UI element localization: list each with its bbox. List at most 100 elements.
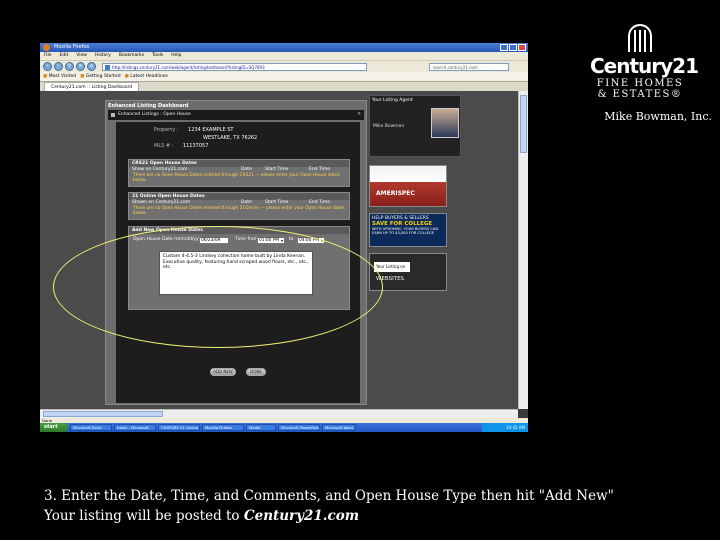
bookmark-item[interactable]: Latest Headlines bbox=[125, 72, 168, 81]
bookmark-item[interactable]: Getting Started bbox=[80, 72, 121, 81]
maximize-icon[interactable] bbox=[509, 44, 517, 51]
taskbar-item[interactable]: Inbox - Microsoft bbox=[114, 424, 156, 431]
col-date: Date bbox=[241, 200, 252, 205]
websites-ad-box: Your Listing on Century21.com bbox=[374, 262, 410, 279]
menu-bar: File Edit View History Bookmarks Tools H… bbox=[40, 52, 528, 60]
open-house-date-input[interactable]: 06/23/09 bbox=[199, 237, 229, 244]
listing-dashboard-panel: Enhanced Listing Dashboard Enhanced List… bbox=[105, 100, 367, 405]
brand-line-1: FINE HOMES bbox=[596, 78, 684, 89]
minimize-icon[interactable] bbox=[500, 44, 508, 51]
navigation-toolbar: ‹ › ↻ × ⌂ http://listings.century21.com/… bbox=[40, 60, 528, 72]
dashboard-subtitle: Enhanced Listings : Open House bbox=[118, 112, 191, 117]
no-dates-warning: There are no Open House Dates entered th… bbox=[133, 206, 345, 216]
office-name: Mike Bowman, Inc. bbox=[604, 110, 712, 123]
property-row: Property : 1234 EXAMPLE ST bbox=[154, 127, 233, 133]
tab-listing-dashboard[interactable]: Century21.com :: Listing Dashboard bbox=[44, 82, 140, 91]
brand-line-2: & ESTATES® bbox=[597, 89, 683, 100]
system-tray-clock: 10:42 AM bbox=[482, 423, 528, 432]
close-icon[interactable] bbox=[518, 44, 526, 51]
col-start-time: Start Time bbox=[265, 200, 289, 205]
dashboard-subtitle-bar: Enhanced Listings : Open House ✕ bbox=[108, 110, 364, 120]
comments-textarea[interactable]: Custom 4-4.5-3 Lindsey collection home b… bbox=[159, 251, 313, 295]
reload-icon[interactable]: ↻ bbox=[65, 62, 74, 71]
scrollbar-thumb[interactable] bbox=[43, 411, 163, 417]
windows-taskbar: start Microsoft Excel Inbox - Microsoft … bbox=[40, 423, 528, 432]
col-end-time: End Time bbox=[309, 167, 330, 172]
listing-agent-card: Your Listing Agent Mike Bowman bbox=[369, 95, 461, 157]
col-start-time: Start Time bbox=[265, 167, 289, 172]
stop-icon[interactable]: × bbox=[76, 62, 85, 71]
agent-heading: Your Listing Agent bbox=[372, 98, 413, 103]
menu-bookmarks[interactable]: Bookmarks bbox=[119, 52, 144, 60]
add-open-house-section: Add New Open House Dates Open House Date… bbox=[128, 226, 350, 310]
menu-help[interactable]: Help bbox=[171, 52, 181, 60]
property-label: Property : bbox=[154, 127, 179, 133]
address-row: WESTLAKE, TX 76262 bbox=[203, 135, 257, 141]
dashboard-title: Enhanced Listing Dashboard bbox=[108, 103, 189, 109]
back-icon[interactable]: ‹ bbox=[43, 62, 52, 71]
crs21-open-house-section: CRS21 Open House Dates Show on Century21… bbox=[128, 159, 350, 187]
house-arch-icon bbox=[622, 18, 658, 52]
taskbar-item[interactable]: Microsoft Excel bbox=[70, 424, 112, 431]
property-value: 1234 EXAMPLE ST bbox=[188, 127, 234, 133]
taskbar-item[interactable]: Mozilla Firefox bbox=[202, 424, 244, 431]
taskbar-item[interactable]: Microsoft Word bbox=[322, 424, 356, 431]
agent-name: Mike Bowman bbox=[373, 124, 405, 129]
college-ad-detail: WITH UPROMISE, YOUR BUYERS CAN EARN UP T… bbox=[372, 227, 439, 236]
col-end-time: End Time bbox=[309, 200, 330, 205]
add-new-button[interactable]: ADD NEW bbox=[210, 368, 236, 376]
bookmark-item[interactable]: Most Visited bbox=[43, 72, 76, 81]
agent-photo bbox=[431, 108, 459, 138]
college-savings-ad[interactable]: HELP BUYERS & SELLERS SAVE FOR COLLEGE W… bbox=[369, 213, 447, 247]
open-house-form-row: Open House Date (mm/dd/yy) 06/23/09 Time… bbox=[129, 234, 349, 246]
taskbar-item[interactable]: Microsoft PowerPoint bbox=[278, 424, 320, 431]
home-icon[interactable]: ⌂ bbox=[87, 62, 96, 71]
mls-row: MLS # : 11137057 bbox=[154, 143, 208, 149]
mls-value: 11137057 bbox=[182, 143, 209, 149]
show-label: Show on Century21.com bbox=[132, 167, 188, 172]
firefox-icon bbox=[43, 44, 50, 51]
url-bar[interactable]: http://listings.century21.com/web/agent/… bbox=[102, 62, 367, 71]
menu-tools[interactable]: Tools bbox=[152, 52, 163, 60]
start-button[interactable]: start bbox=[40, 423, 68, 432]
no-dates-warning: There are no Open House Dates entered th… bbox=[133, 173, 340, 183]
menu-edit[interactable]: Edit bbox=[60, 52, 69, 60]
caption-line-2: Your listing will be posted to Century21… bbox=[44, 506, 614, 526]
menu-file[interactable]: File bbox=[44, 52, 52, 60]
caption-prefix: Your listing will be posted to bbox=[44, 508, 244, 524]
scrollbar-thumb[interactable] bbox=[520, 95, 527, 153]
menu-view[interactable]: View bbox=[76, 52, 87, 60]
section-header-row: Shown on Century21.com Date Start Time E… bbox=[129, 200, 349, 206]
section-title: Add New Open House Dates bbox=[129, 227, 349, 234]
vertical-scrollbar[interactable] bbox=[518, 91, 528, 409]
section-title: CRS21 Open House Dates bbox=[129, 160, 349, 167]
window-controls bbox=[500, 44, 526, 51]
taskbar-item[interactable]: CENTURY 21 Online bbox=[158, 424, 200, 431]
browser-screenshot: Mozilla Firefox File Edit View History B… bbox=[40, 43, 528, 432]
caption-site: Century21.com bbox=[243, 508, 360, 524]
century21-logo: Century21 FINE HOMES & ESTATES® bbox=[590, 18, 699, 100]
end-time-select[interactable]: 04:00 PM bbox=[297, 237, 325, 244]
websites-ad[interactable]: Your Listing on Century21.com WEBSITES bbox=[369, 253, 447, 291]
tab-strip: Century21.com :: Listing Dashboard bbox=[40, 82, 528, 91]
brand-name: Century21 bbox=[590, 54, 699, 78]
close-icon[interactable]: ✕ bbox=[357, 110, 361, 120]
menu-history[interactable]: History bbox=[95, 52, 111, 60]
amerispec-ad[interactable]: AMERISPEC bbox=[369, 165, 447, 207]
section-header-row: Show on Century21.com Date Start Time En… bbox=[129, 167, 349, 173]
slide-caption: 3. Enter the Date, Time, and Comments, a… bbox=[44, 486, 614, 526]
address-value: WESTLAKE, TX 76262 bbox=[203, 135, 258, 141]
search-input[interactable]: search.century21.com bbox=[429, 62, 509, 71]
start-time-select[interactable]: 01:00 PM bbox=[257, 237, 285, 244]
taskbar-item[interactable]: Media bbox=[246, 424, 276, 431]
col-date: Date bbox=[241, 167, 252, 172]
horizontal-scrollbar[interactable] bbox=[40, 409, 518, 418]
web-page: Enhanced Listing Dashboard Enhanced List… bbox=[40, 91, 518, 420]
mls-label: MLS # : bbox=[154, 143, 174, 149]
forward-icon[interactable]: › bbox=[54, 62, 63, 71]
caption-line-1: 3. Enter the Date, Time, and Comments, a… bbox=[44, 488, 614, 504]
done-button[interactable]: DONE bbox=[246, 368, 266, 376]
time-from-label: Time from bbox=[235, 237, 258, 242]
amerispec-ad-text: AMERISPEC bbox=[376, 190, 415, 197]
window-title-bar: Mozilla Firefox bbox=[40, 43, 528, 52]
